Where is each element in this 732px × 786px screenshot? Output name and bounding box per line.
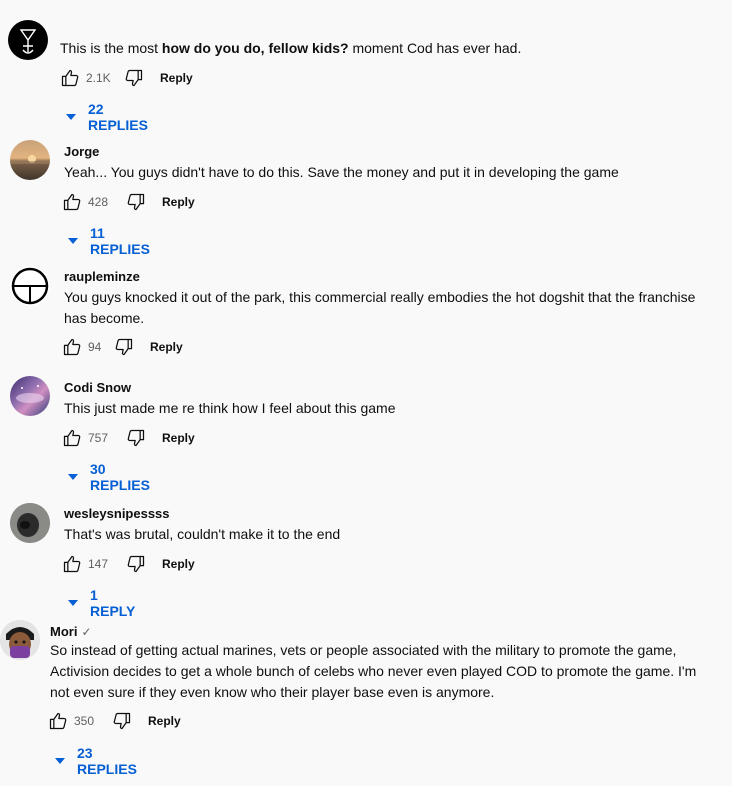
avatar[interactable] — [0, 620, 40, 660]
galaxy-photo-icon — [16, 385, 44, 403]
person-photo-icon — [10, 503, 50, 543]
comment-text: Yeah... You guys didn't have to do this.… — [64, 164, 619, 180]
view-replies-button[interactable]: 30 REPLIES — [68, 461, 150, 493]
avatar[interactable] — [10, 266, 50, 306]
view-replies-button[interactable]: 11 REPLIES — [68, 225, 150, 257]
caret-down-icon — [68, 600, 78, 606]
caret-down-icon — [55, 758, 65, 764]
dislike-icon[interactable] — [124, 426, 148, 450]
dislike-icon[interactable] — [124, 190, 148, 214]
comment-text: This is the most how do you do, fellow k… — [60, 40, 522, 56]
reply-button[interactable]: Reply — [162, 557, 195, 571]
like-icon[interactable] — [60, 190, 84, 214]
dislike-icon[interactable] — [124, 552, 148, 576]
like-icon[interactable] — [60, 335, 84, 359]
sigil-icon — [19, 29, 37, 54]
reply-button[interactable]: Reply — [162, 195, 195, 209]
view-replies-button[interactable]: 22 REPLIES — [66, 101, 148, 133]
like-count: 147 — [88, 557, 109, 571]
like-count: 94 — [88, 340, 102, 354]
caret-down-icon — [68, 474, 78, 480]
avatar[interactable] — [10, 376, 50, 416]
like-count: 428 — [88, 195, 109, 209]
crosshair-icon — [11, 267, 49, 305]
comment-text: You guys knocked it out of the park, thi… — [64, 289, 696, 326]
comment-author[interactable]: Jorge — [64, 144, 99, 159]
view-replies-button[interactable]: 23 REPLIES — [55, 745, 137, 777]
like-icon[interactable] — [60, 552, 84, 576]
reply-button[interactable]: Reply — [148, 714, 181, 728]
comment-text: So instead of getting actual marines, ve… — [50, 642, 697, 700]
like-count: 350 — [74, 714, 95, 728]
comment-author[interactable]: Mori ✓ — [50, 624, 92, 639]
avatar[interactable] — [8, 20, 48, 60]
cartoon-avatar-icon — [0, 620, 40, 660]
comment-author[interactable]: raupleminze — [64, 269, 140, 284]
reply-button[interactable]: Reply — [150, 340, 183, 354]
like-icon[interactable] — [60, 426, 84, 450]
avatar[interactable] — [10, 140, 50, 180]
comment-author[interactable]: Codi Snow — [64, 380, 131, 395]
caret-down-icon — [66, 114, 76, 120]
like-count: 757 — [88, 431, 109, 445]
dislike-icon[interactable] — [110, 709, 134, 733]
verified-check-icon: ✓ — [81, 625, 92, 639]
comment-author[interactable]: wesleysnipessss — [64, 506, 170, 521]
view-replies-button[interactable]: 1 REPLY — [68, 587, 135, 619]
reply-button[interactable]: Reply — [160, 71, 193, 85]
like-icon[interactable] — [58, 66, 82, 90]
sunset-photo-icon — [10, 155, 50, 164]
comment-text: That's was brutal, couldn't make it to t… — [64, 526, 341, 542]
avatar[interactable] — [10, 503, 50, 543]
like-count: 2.1K — [86, 71, 111, 85]
like-icon[interactable] — [46, 709, 70, 733]
caret-down-icon — [68, 238, 78, 244]
comment-text: This just made me re think how I feel ab… — [64, 400, 396, 416]
dislike-icon[interactable] — [122, 66, 146, 90]
reply-button[interactable]: Reply — [162, 431, 195, 445]
dislike-icon[interactable] — [112, 335, 136, 359]
